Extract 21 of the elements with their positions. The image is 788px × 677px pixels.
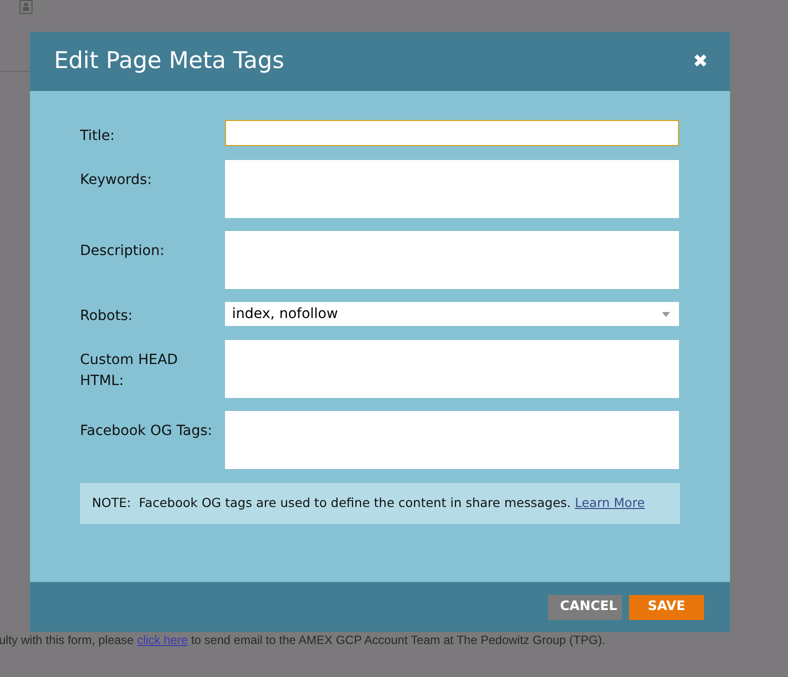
learn-more-link[interactable]: Learn More	[574, 495, 645, 510]
field-label: Custom HEAD HTML:	[80, 351, 179, 391]
document-icon	[19, 0, 33, 14]
save-button[interactable]: SAVE	[629, 594, 704, 620]
field-label: Title:	[80, 127, 116, 146]
text-area[interactable]	[225, 160, 679, 218]
text-field[interactable]	[225, 120, 679, 146]
text-area[interactable]	[225, 231, 679, 289]
field-label: Description:	[80, 242, 166, 261]
help-text: ulty with this form, please click here to send email to the AMEX GCP Account Team at The Pedowitz Group (TPG).	[0, 632, 606, 649]
dialog-title: Edit Page Meta Tags	[54, 47, 284, 76]
cancel-button[interactable]: CANCEL	[548, 594, 622, 620]
text-area[interactable]	[225, 340, 679, 398]
close-button[interactable]: ✖	[692, 52, 708, 70]
text-area[interactable]	[225, 411, 679, 469]
field-label: Facebook OG Tags:	[80, 422, 214, 441]
field-label: Robots:	[80, 307, 134, 326]
note-text: NOTE: Facebook OG tags are used to define the content in share messages. Learn More	[92, 494, 645, 512]
dropdown[interactable]: index, nofollow	[225, 302, 679, 326]
field-label: Keywords:	[80, 171, 153, 190]
caret-icon	[662, 312, 670, 316]
